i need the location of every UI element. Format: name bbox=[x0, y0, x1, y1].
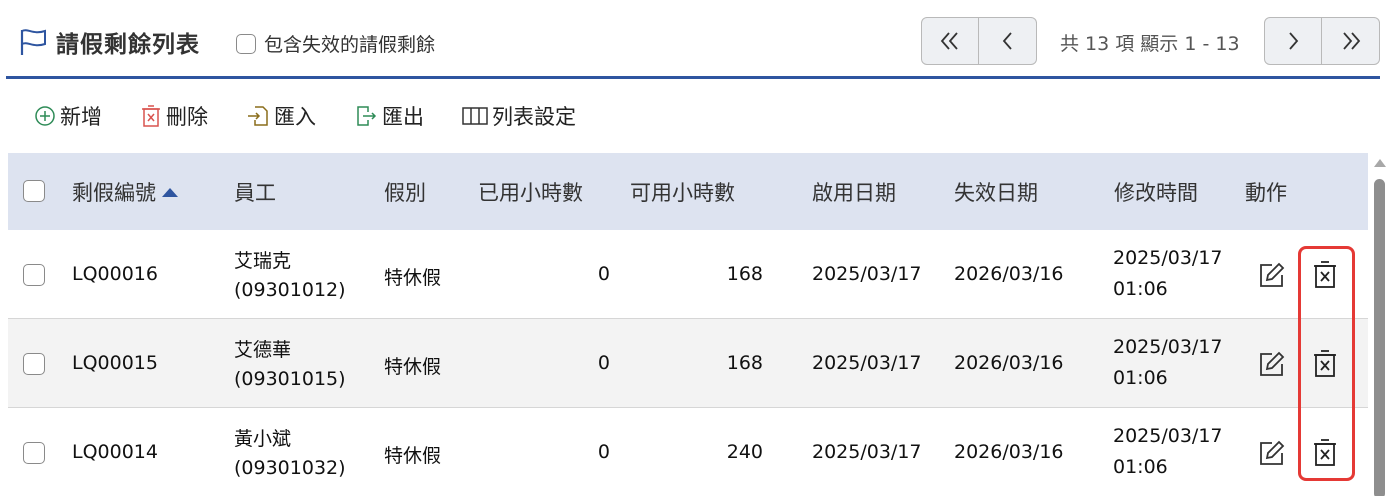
column-header-modified[interactable]: 修改時間 bbox=[1114, 177, 1198, 207]
modified-time: 01:06 bbox=[1113, 456, 1168, 478]
add-button[interactable]: 新增 bbox=[34, 101, 102, 131]
available-hours: 240 bbox=[726, 441, 763, 463]
select-all-checkbox[interactable] bbox=[23, 180, 45, 202]
import-icon bbox=[248, 106, 268, 126]
edit-icon[interactable] bbox=[1258, 439, 1286, 467]
row-checkbox[interactable] bbox=[23, 442, 45, 464]
employee-name: 艾瑞克 bbox=[234, 250, 292, 272]
column-header-start[interactable]: 啟用日期 bbox=[812, 177, 896, 207]
column-settings-button[interactable]: 列表設定 bbox=[462, 101, 576, 131]
modified-time: 01:06 bbox=[1113, 278, 1168, 300]
employee-name: 艾德華 bbox=[234, 339, 292, 361]
modified-time: 01:06 bbox=[1113, 367, 1168, 389]
modified-date: 2025/03/17 bbox=[1113, 425, 1223, 447]
edit-icon[interactable] bbox=[1258, 261, 1286, 289]
employee-number: (09301012) bbox=[234, 279, 346, 301]
prev-page-button[interactable] bbox=[979, 17, 1037, 65]
header-divider bbox=[6, 76, 1380, 79]
leave-id: LQ00015 bbox=[72, 352, 158, 374]
chevron-right-icon bbox=[1289, 32, 1299, 50]
pager-left bbox=[921, 16, 1037, 66]
toolbar: 新增 刪除 匯入 匯出 列表設定 bbox=[34, 100, 614, 132]
start-date: 2025/03/17 bbox=[812, 263, 922, 285]
page-header: 請假剩餘列表 包含失效的請假剩餘 共 13 項 顯示 1 - 13 bbox=[0, 0, 1400, 78]
used-hours: 0 bbox=[597, 263, 610, 285]
flag-icon bbox=[20, 29, 46, 55]
modified-date: 2025/03/17 bbox=[1113, 336, 1223, 358]
end-date: 2026/03/16 bbox=[954, 352, 1064, 374]
leave-balance-table: 剩假編號 員工 假別 已用小時數 可用小時數 啟用日期 失效日期 修改時間 動作… bbox=[8, 153, 1368, 496]
double-chevron-right-icon bbox=[1342, 32, 1360, 50]
leave-id: LQ00014 bbox=[72, 441, 158, 463]
leave-type: 特休假 bbox=[384, 356, 442, 378]
pager-info: 共 13 項 顯示 1 - 13 bbox=[1060, 33, 1240, 55]
page-title: 請假剩餘列表 bbox=[56, 32, 200, 58]
leave-type: 特休假 bbox=[384, 445, 442, 467]
delete-label: 刪除 bbox=[166, 105, 208, 129]
column-header-employee[interactable]: 員工 bbox=[234, 177, 276, 207]
available-hours: 168 bbox=[726, 352, 763, 374]
scroll-thumb[interactable] bbox=[1374, 179, 1385, 496]
employee-number: (09301015) bbox=[234, 368, 346, 390]
column-header-actions: 動作 bbox=[1245, 181, 1287, 205]
start-date: 2025/03/17 bbox=[812, 352, 922, 374]
add-label: 新增 bbox=[60, 105, 102, 129]
delete-column-highlight bbox=[1298, 246, 1355, 481]
import-button[interactable]: 匯入 bbox=[246, 101, 316, 131]
include-expired-checkbox[interactable] bbox=[236, 33, 256, 54]
column-header-id[interactable]: 剩假編號 bbox=[72, 177, 180, 207]
end-date: 2026/03/16 bbox=[954, 263, 1064, 285]
pager-right bbox=[1264, 16, 1380, 66]
start-date: 2025/03/17 bbox=[812, 441, 922, 463]
export-button[interactable]: 匯出 bbox=[354, 101, 424, 131]
column-header-end[interactable]: 失效日期 bbox=[954, 177, 1038, 207]
table-row: LQ00016 艾瑞克 (09301012) 特休假 0 168 2025/03… bbox=[8, 230, 1368, 319]
double-chevron-left-icon bbox=[940, 32, 958, 50]
edit-icon[interactable] bbox=[1258, 350, 1286, 378]
export-label: 匯出 bbox=[382, 105, 424, 129]
scroll-up-arrow-icon[interactable] bbox=[1374, 159, 1386, 167]
column-header-used[interactable]: 已用小時數 bbox=[478, 177, 583, 207]
export-icon bbox=[357, 106, 377, 126]
include-expired-toggle[interactable]: 包含失效的請假剩餘 bbox=[236, 30, 435, 57]
table-header: 剩假編號 員工 假別 已用小時數 可用小時數 啟用日期 失效日期 修改時間 動作 bbox=[8, 153, 1368, 230]
leave-id: LQ00016 bbox=[72, 263, 158, 285]
modified-date: 2025/03/17 bbox=[1113, 247, 1223, 269]
sort-asc-icon bbox=[162, 188, 178, 197]
include-expired-label: 包含失效的請假剩餘 bbox=[264, 34, 436, 56]
last-page-button[interactable] bbox=[1322, 17, 1380, 65]
used-hours: 0 bbox=[597, 441, 610, 463]
vertical-scrollbar[interactable] bbox=[1371, 153, 1388, 496]
column-settings-label: 列表設定 bbox=[492, 105, 576, 129]
chevron-left-icon bbox=[1002, 32, 1012, 50]
end-date: 2026/03/16 bbox=[954, 441, 1064, 463]
column-header-type[interactable]: 假別 bbox=[384, 177, 426, 207]
column-header-available[interactable]: 可用小時數 bbox=[630, 177, 735, 207]
columns-icon bbox=[462, 107, 488, 125]
trash-x-icon bbox=[142, 105, 160, 127]
import-label: 匯入 bbox=[274, 105, 316, 129]
row-checkbox[interactable] bbox=[23, 353, 45, 375]
employee-name: 黃小斌 bbox=[234, 428, 292, 450]
available-hours: 168 bbox=[726, 263, 763, 285]
table-row: LQ00014 黃小斌 (09301032) 特休假 0 240 2025/03… bbox=[8, 408, 1368, 496]
first-page-button[interactable] bbox=[921, 17, 979, 65]
next-page-button[interactable] bbox=[1264, 17, 1322, 65]
used-hours: 0 bbox=[597, 352, 610, 374]
row-checkbox[interactable] bbox=[23, 264, 45, 286]
plus-circle-icon bbox=[35, 106, 55, 126]
delete-button[interactable]: 刪除 bbox=[140, 101, 208, 131]
leave-type: 特休假 bbox=[384, 267, 442, 289]
employee-number: (09301032) bbox=[234, 457, 346, 479]
table-row: LQ00015 艾德華 (09301015) 特休假 0 168 2025/03… bbox=[8, 319, 1368, 408]
